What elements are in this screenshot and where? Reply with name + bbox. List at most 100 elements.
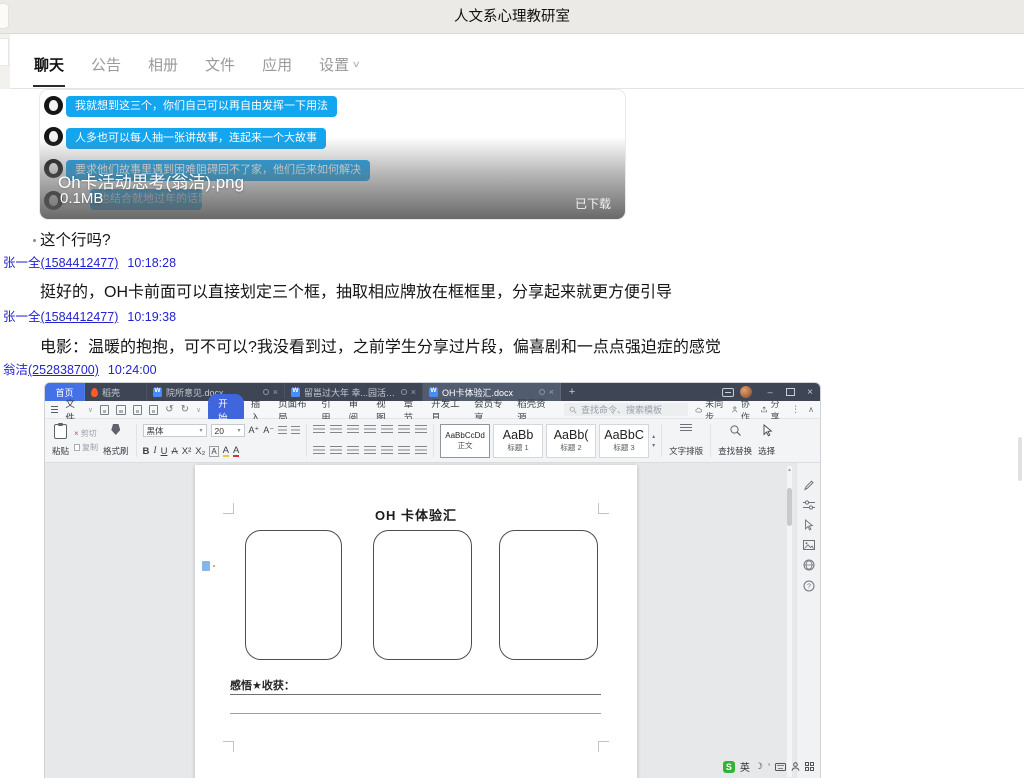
window-titlebar: 人文系心理教研室 <box>0 0 1024 34</box>
tab-files[interactable]: 文件 <box>205 54 235 88</box>
clear-format-icon <box>278 426 287 436</box>
message-time: 10:19:38 <box>127 310 176 324</box>
share-icon <box>761 405 767 414</box>
chevron-down-icon: ∨ <box>352 59 361 70</box>
person-icon <box>732 405 738 414</box>
superscript-button: X² <box>182 446 192 457</box>
wps-side-toolbar: ? <box>796 463 820 778</box>
hyperlink-icon <box>803 559 815 571</box>
font-color-button: A <box>233 446 239 457</box>
message-bullet <box>33 239 36 242</box>
increase-font-icon: A⁺ <box>249 425 260 436</box>
copy-button: 复制 <box>74 442 98 453</box>
ime-language-mode: 英 <box>740 759 750 774</box>
input-method-bar: S 英 ☽ ’ <box>723 759 814 774</box>
tab-apps[interactable]: 应用 <box>262 54 292 88</box>
oh-card-frame <box>499 530 598 660</box>
tab-announcements[interactable]: 公告 <box>91 54 121 88</box>
select-button: 选择 <box>755 422 778 459</box>
sogou-logo-icon: S <box>723 761 735 773</box>
print-icon <box>133 405 142 415</box>
sender-uid-link[interactable]: (1584412477) <box>41 256 119 270</box>
message-text: 挺好的，OH卡前面可以直接划定三个框，抽取相应牌放在框框里，分享起来就更方便引导 <box>40 278 672 302</box>
new-tab-icon <box>561 383 583 401</box>
font-group: 黑体▾ 20▾ A⁺ A⁻ B I U A X² X₂ A A A <box>141 422 303 459</box>
pin-icon <box>539 389 545 395</box>
subscript-button: X₂ <box>195 446 205 457</box>
numbered-list-icon <box>330 425 342 435</box>
strikethrough-button: A <box>171 446 177 457</box>
wps-scrollbar: ▲ <box>786 465 793 778</box>
image-message-thumbnail[interactable]: 我就想到这三个，你们自己可以再自由发挥一下用法 人多也可以每人抽一张讲故事，连起… <box>40 90 625 219</box>
clipboard-small-buttons: 剪切 复制 <box>72 422 100 459</box>
paragraph-group <box>311 422 429 459</box>
export-icon <box>116 405 125 415</box>
style-heading1: AaBb 标题 1 <box>493 424 543 458</box>
writing-line <box>230 694 601 695</box>
character-border-button: A <box>209 446 218 457</box>
wps-scrollbar-thumb <box>787 488 792 526</box>
image-tool-icon <box>803 540 815 550</box>
font-name-select: 黑体▾ <box>143 424 207 437</box>
oh-card-frame <box>245 530 342 660</box>
wps-screenshot-image[interactable]: 首页 稻壳 院所意见.docx 留邕过大年 幸...园活动1.17稿 OH卡体验… <box>45 383 820 778</box>
align-left-icon <box>313 446 325 456</box>
reading-mode-icon <box>722 388 734 397</box>
writer-doc-icon <box>153 388 162 397</box>
more-options-icon: ⋮ <box>791 404 800 415</box>
message-time: 10:18:28 <box>127 256 176 270</box>
command-search-box: 查找命令、搜索模板 <box>564 403 688 416</box>
scroll-up-icon: ▲ <box>787 466 792 474</box>
save-icon <box>100 405 109 415</box>
message-meta: 张一全(1584412477) 10:18:28 <box>3 252 176 271</box>
style-heading3: AaBbC 标题 3 <box>599 424 649 458</box>
align-center-icon <box>330 446 342 456</box>
message-time: 10:24:00 <box>108 363 157 377</box>
style-normal: AaBbCcDd 正文 <box>440 424 490 458</box>
group-chat-window: 人文系心理教研室 聊天 公告 相册 文件 应用 设置 ∨ 我就想到这三个，你们自… <box>0 0 1024 778</box>
decrease-font-icon: A⁻ <box>263 425 274 436</box>
tab-settings[interactable]: 设置 ∨ <box>319 54 360 88</box>
copy-icon <box>74 444 80 451</box>
chevron-down-icon: ∨ <box>196 406 201 414</box>
image-filesize: 0.1MB <box>60 190 103 207</box>
chat-scrollbar-thumb[interactable] <box>1018 437 1022 481</box>
toolbox-grid-icon <box>805 762 814 771</box>
align-right-icon <box>347 446 359 456</box>
message-text: 电影：温暖的抱抱，可不可以?我没看到过，之前学生分享过片段，偏喜剧和一点点强迫症… <box>40 333 721 357</box>
wps-ribbon: 粘贴 剪切 复制 格式刷 黑体▾ 20▾ A⁺ A⁻ <box>45 419 820 463</box>
chat-bubble: 我就想到这三个，你们自己可以再自由发挥一下用法 <box>66 96 337 117</box>
sender-uid-link[interactable]: (1584412477) <box>41 310 119 324</box>
distribute-icon <box>381 446 393 456</box>
style-heading2: AaBb( 标题 2 <box>546 424 596 458</box>
person-icon <box>791 762 800 771</box>
cut-icon <box>74 429 79 438</box>
sender-name: 张一全 <box>3 310 41 324</box>
sort-icon <box>381 425 393 435</box>
magnifier-icon <box>729 424 742 437</box>
underline-button: U <box>161 446 168 457</box>
wps-tab-docer: 稻壳 <box>85 383 147 401</box>
help-icon: ? <box>803 580 815 592</box>
tab-album[interactable]: 相册 <box>148 54 178 88</box>
tab-chat[interactable]: 聊天 <box>34 54 64 88</box>
background-window-edge <box>0 3 9 29</box>
adjust-sliders-icon <box>803 500 815 510</box>
line-spacing-icon <box>398 446 410 456</box>
sender-name: 张一全 <box>3 256 41 270</box>
borders-icon <box>415 446 427 456</box>
keyboard-icon <box>775 763 786 771</box>
decrease-indent-icon <box>347 425 359 435</box>
sender-uid-link[interactable]: (252838700) <box>28 363 99 377</box>
punctuation-mode-icon: ’ <box>768 762 770 772</box>
margin-mark <box>223 741 234 752</box>
wps-menubar: 文件 ∨ ↺ ↻ ∨ 开始 插入 页面布局 引用 审阅 视图 章节 开发工具 会… <box>45 401 820 419</box>
margin-mark <box>598 741 609 752</box>
clipboard-icon <box>54 424 67 439</box>
avatar <box>44 96 63 115</box>
preview-icon <box>149 405 158 415</box>
chevron-down-icon: ∨ <box>88 406 93 414</box>
close-tab-icon <box>549 387 554 397</box>
undo-icon: ↺ <box>165 405 173 415</box>
collapse-ribbon-icon: ∧ <box>808 405 814 414</box>
